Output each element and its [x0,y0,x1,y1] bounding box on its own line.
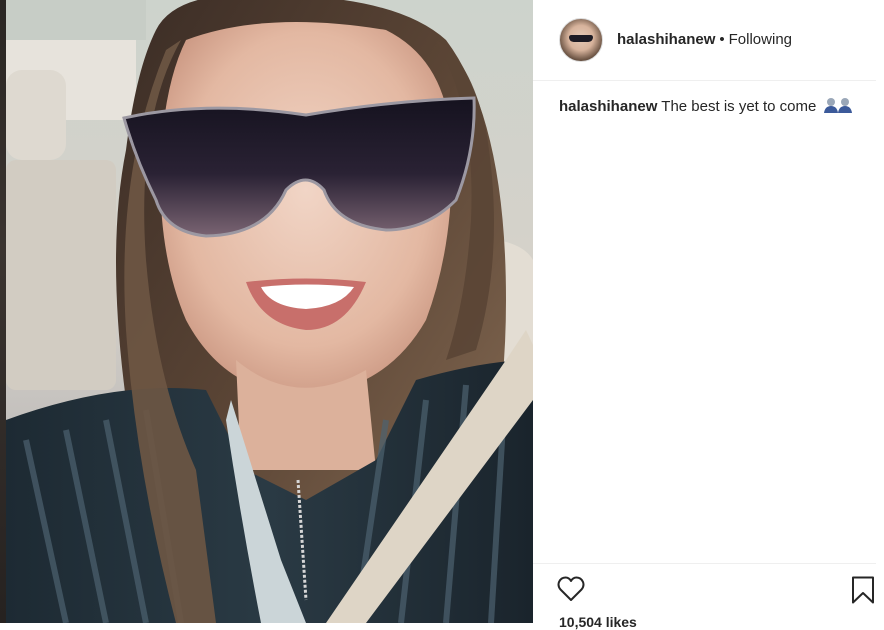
avatar-image [569,35,593,42]
caption-text: The best is yet to come [661,98,817,115]
username-link[interactable]: halashihanew [617,31,715,48]
post-header: halashihanew • Following [533,0,876,81]
separator-dot: • [719,31,725,48]
bookmark-outline-icon[interactable] [851,576,875,604]
following-button[interactable]: Following [729,31,792,48]
likes-count[interactable]: 10,504 likes [559,614,637,630]
selfie-illustration [6,0,533,623]
post-photo[interactable] [6,0,533,623]
caption: halashihanew The best is yet to come [559,97,869,118]
caption-username[interactable]: halashihanew [559,98,657,115]
heart-outline-icon[interactable] [557,576,585,602]
two-people-icon [823,97,853,118]
header-line: halashihanew • Following [617,31,792,49]
post-details-panel: halashihanew • Following halashihanew The … [533,0,884,630]
avatar[interactable] [559,18,603,62]
post-actions: 10,504 likes [533,563,876,630]
